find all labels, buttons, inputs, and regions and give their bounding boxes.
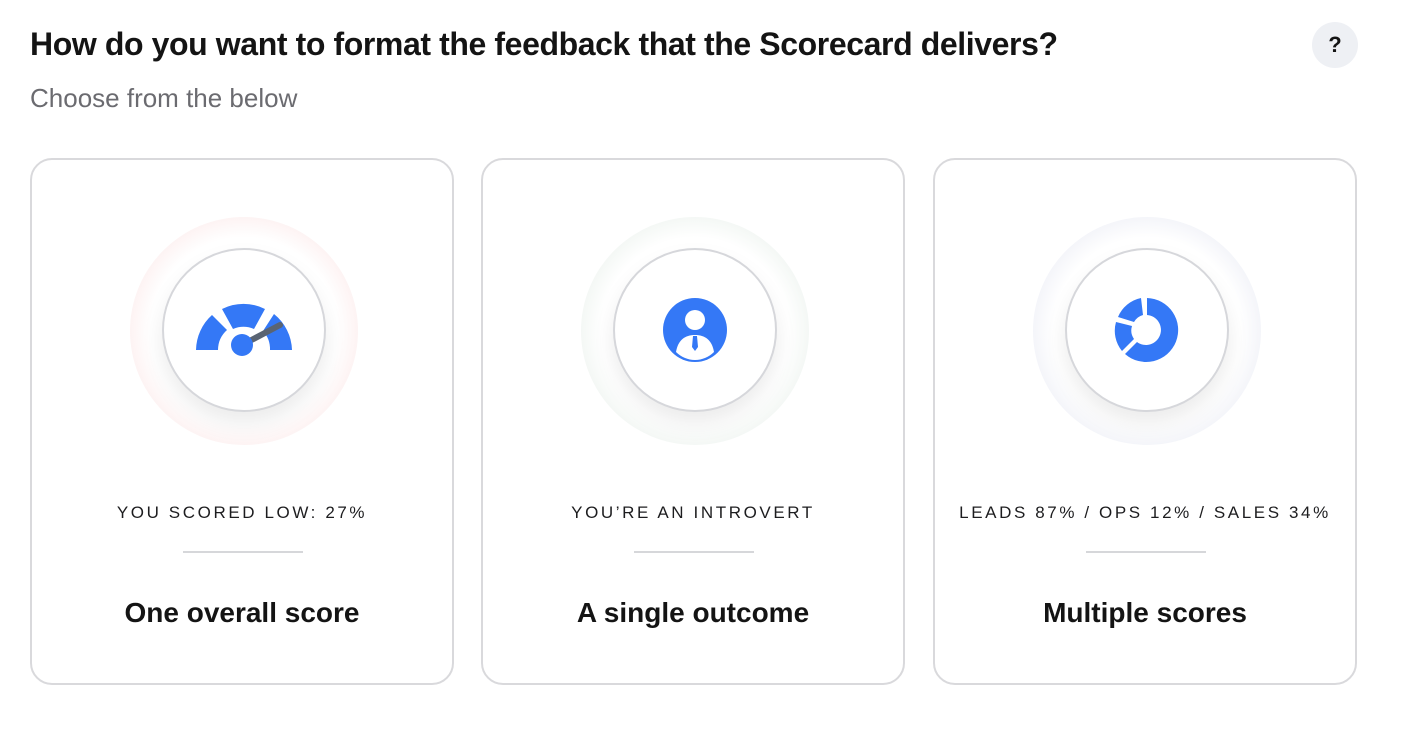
divider xyxy=(1086,551,1206,553)
icon-disc xyxy=(162,248,326,412)
option-example-caption: YOU SCORED LOW: 27% xyxy=(116,503,368,522)
divider xyxy=(183,551,303,553)
option-card-multiple-scores[interactable]: LEADS 87% / OPS 12% / SALES 34% Multiple… xyxy=(933,158,1357,685)
icon-disc xyxy=(613,248,777,412)
option-label: Multiple scores xyxy=(1043,597,1247,628)
help-button[interactable]: ? xyxy=(1312,22,1358,68)
icon-disc xyxy=(1065,248,1229,412)
option-example-caption: LEADS 87% / OPS 12% / SALES 34% xyxy=(959,503,1331,522)
donut-chart-icon xyxy=(1114,298,1179,362)
gauge-icon xyxy=(196,303,292,356)
option-label: One overall score xyxy=(124,597,360,628)
person-icon xyxy=(663,298,727,362)
option-card-overall-score[interactable]: YOU SCORED LOW: 27% One overall score xyxy=(30,158,454,685)
page-title: How do you want to format the feedback t… xyxy=(30,26,1058,62)
page-subtitle: Choose from the below xyxy=(30,83,298,113)
option-example-caption: YOU’RE AN INTROVERT xyxy=(571,503,815,522)
divider xyxy=(634,551,754,553)
option-card-single-outcome[interactable]: YOU’RE AN INTROVERT A single outcome xyxy=(481,158,905,685)
option-label: A single outcome xyxy=(576,597,810,628)
